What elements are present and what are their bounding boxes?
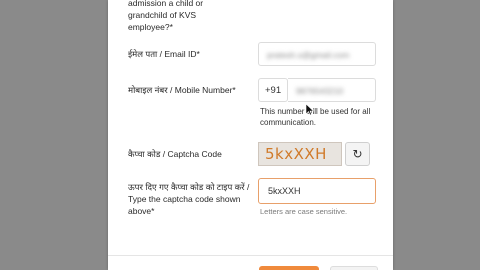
divider <box>108 255 393 256</box>
secondary-button[interactable] <box>330 266 378 270</box>
email-field[interactable]: pratesh.s@gmail.com <box>258 42 376 66</box>
mobile-label: मोबाइल नंबर / Mobile Number* <box>128 85 236 95</box>
question-label: admission a child or grandchild of KVS e… <box>128 0 204 32</box>
form-panel: admission a child or grandchild of KVS e… <box>108 0 393 270</box>
mobile-note: This number will be used for all communi… <box>260 107 371 127</box>
captcha-label: कैप्चा कोड / Captcha Code <box>128 149 222 159</box>
captcha-image: 5kxXXH <box>258 142 342 166</box>
captcha-input-label: ऊपर दिए गए कैप्चा कोड को टाइप करें / Typ… <box>128 182 250 216</box>
submit-button[interactable] <box>259 266 319 270</box>
mobile-value: 9876543210 <box>296 86 344 96</box>
refresh-captcha-button[interactable]: ↻ <box>345 142 370 166</box>
refresh-icon: ↻ <box>352 147 363 161</box>
captcha-input[interactable]: 5kxXXH <box>258 178 376 204</box>
case-sensitive-hint: Letters are case sensitive. <box>260 207 348 216</box>
mouse-cursor-icon <box>306 104 314 116</box>
mobile-field[interactable]: 9876543210 <box>288 78 376 102</box>
country-code: +91 <box>258 78 288 102</box>
email-value: pratesh.s@gmail.com <box>267 50 350 60</box>
email-label: ईमेल पता / Email ID* <box>128 49 200 59</box>
